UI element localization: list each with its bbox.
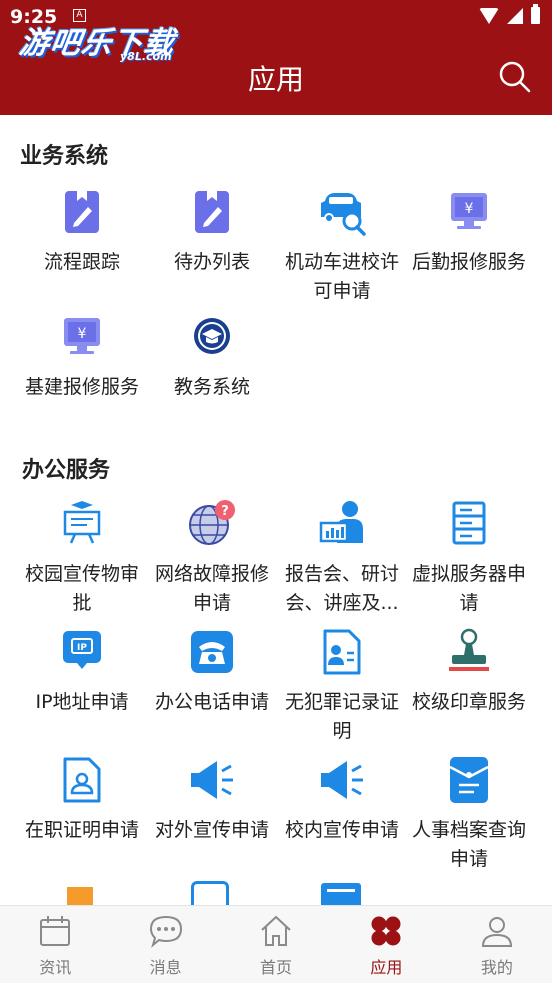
- app-virtual-server[interactable]: 虚拟服务器申请: [404, 499, 534, 618]
- graduation-badge-icon: [194, 318, 230, 354]
- stamp-icon: [449, 628, 489, 671]
- app-label: 网络故障报修申请: [154, 563, 269, 614]
- section-title-business: 业务系统: [20, 144, 109, 169]
- app-label: 校内宣传申请: [284, 819, 399, 841]
- app-label: 报告会、研讨会、讲座及...: [284, 563, 399, 614]
- server-icon: [452, 501, 486, 545]
- app-label: 机动车进校许可申请: [284, 251, 399, 302]
- app-campus-publicity-approval[interactable]: 校园宣传物审批: [17, 499, 147, 618]
- page-title: 应用: [247, 63, 304, 96]
- app-label: 校园宣传物审批: [24, 563, 139, 614]
- lecture-presenter-icon: [319, 501, 363, 543]
- megaphone-icon: [191, 761, 233, 799]
- app-label: 待办列表: [173, 251, 250, 273]
- certificate-doc-icon: [323, 629, 361, 675]
- app-network-repair[interactable]: ? 网络故障报修申请: [147, 499, 277, 618]
- app-label: 无犯罪记录证明: [284, 691, 399, 742]
- archive-folder-icon: [449, 757, 489, 803]
- home-icon: [261, 915, 291, 946]
- app-vehicle-permit[interactable]: 机动车进校许可申请: [277, 187, 407, 306]
- person-icon: [481, 917, 512, 947]
- telephone-icon: [191, 631, 233, 673]
- tab-label: 资讯: [39, 958, 72, 977]
- svg-text:?: ?: [221, 504, 229, 519]
- app-infrastructure-repair[interactable]: ¥ 基建报修服务: [17, 312, 147, 402]
- app-todo-list[interactable]: 待办列表: [147, 187, 277, 277]
- partial-app-icon[interactable]: [67, 887, 93, 905]
- monitor-yen-icon: ¥: [451, 193, 487, 229]
- svg-text:IP: IP: [77, 643, 87, 653]
- ip-monitor-icon: IP: [63, 631, 101, 669]
- search-icon[interactable]: [498, 60, 532, 94]
- app-label: 基建报修服务: [24, 376, 139, 398]
- app-label: 办公电话申请: [154, 691, 269, 713]
- apps-grid-icon: [371, 916, 401, 946]
- chat-bubble-icon: [149, 915, 182, 948]
- presentation-board-icon: [63, 501, 101, 544]
- app-label: 人事档案查询申请: [411, 819, 526, 870]
- app-lecture-application[interactable]: 报告会、研讨会、讲座及...: [277, 499, 407, 618]
- bottom-tab-bar: 资讯 消息 首页 应用 我的: [0, 905, 552, 983]
- tab-messages[interactable]: 消息: [110, 906, 220, 983]
- app-personnel-archive[interactable]: 人事档案查询申请: [404, 755, 534, 874]
- svg-text:¥: ¥: [78, 326, 87, 342]
- tab-apps[interactable]: 应用: [331, 906, 441, 983]
- app-label: 虚拟服务器申请: [411, 563, 526, 614]
- app-label: IP地址申请: [35, 691, 129, 713]
- globe-question-icon: ?: [189, 500, 235, 545]
- tab-label: 消息: [149, 958, 182, 977]
- battery-icon: [531, 4, 540, 24]
- app-label: 后勤报修服务: [411, 251, 526, 273]
- app-no-criminal-record[interactable]: 无犯罪记录证明: [277, 627, 407, 746]
- status-icons: [479, 4, 540, 24]
- employee-doc-icon: [63, 757, 101, 803]
- tab-profile[interactable]: 我的: [442, 906, 552, 983]
- app-label: 对外宣传申请: [154, 819, 269, 841]
- tab-label: 我的: [480, 958, 513, 977]
- svg-text:¥: ¥: [465, 201, 474, 217]
- app-ip-address[interactable]: IP IP地址申请: [17, 627, 147, 717]
- app-process-tracking[interactable]: 流程跟踪: [17, 187, 147, 277]
- app-logistics-repair[interactable]: ¥ 后勤报修服务: [404, 187, 534, 277]
- tab-home[interactable]: 首页: [221, 906, 331, 983]
- tab-news[interactable]: 资讯: [0, 906, 110, 983]
- section-title-office: 办公服务: [22, 458, 111, 483]
- signal-icon: [507, 7, 523, 24]
- pencil-doc-icon: [65, 191, 99, 233]
- car-search-icon: [321, 193, 366, 236]
- monitor-yen-icon: ¥: [64, 318, 100, 354]
- app-office-phone[interactable]: 办公电话申请: [147, 627, 277, 717]
- app-employment-certificate[interactable]: 在职证明申请: [17, 755, 147, 845]
- partial-app-icon[interactable]: [321, 883, 361, 905]
- wifi-icon: [479, 7, 499, 24]
- megaphone-icon: [321, 761, 363, 799]
- app-academic-system[interactable]: 教务系统: [147, 312, 277, 402]
- app-internal-publicity[interactable]: 校内宣传申请: [277, 755, 407, 845]
- app-school-seal[interactable]: 校级印章服务: [404, 627, 534, 717]
- app-list[interactable]: 业务系统 流程跟踪 待办列表 机动车进校许可申请 ¥ 后勤报修服务 ¥ 基建报修…: [0, 115, 552, 905]
- tab-label: 首页: [260, 958, 293, 977]
- app-label: 流程跟踪: [43, 251, 120, 273]
- app-label: 教务系统: [173, 376, 250, 398]
- tab-label: 应用: [370, 958, 403, 977]
- partial-app-icon[interactable]: [191, 881, 229, 905]
- pencil-doc-icon: [195, 191, 229, 233]
- app-label: 校级印章服务: [411, 691, 526, 713]
- app-external-publicity[interactable]: 对外宣传申请: [147, 755, 277, 845]
- app-header: 9:25 A 游吧乐下载 y8L.com 应用: [0, 0, 552, 115]
- app-label: 在职证明申请: [24, 819, 139, 841]
- calendar-icon: [40, 916, 71, 946]
